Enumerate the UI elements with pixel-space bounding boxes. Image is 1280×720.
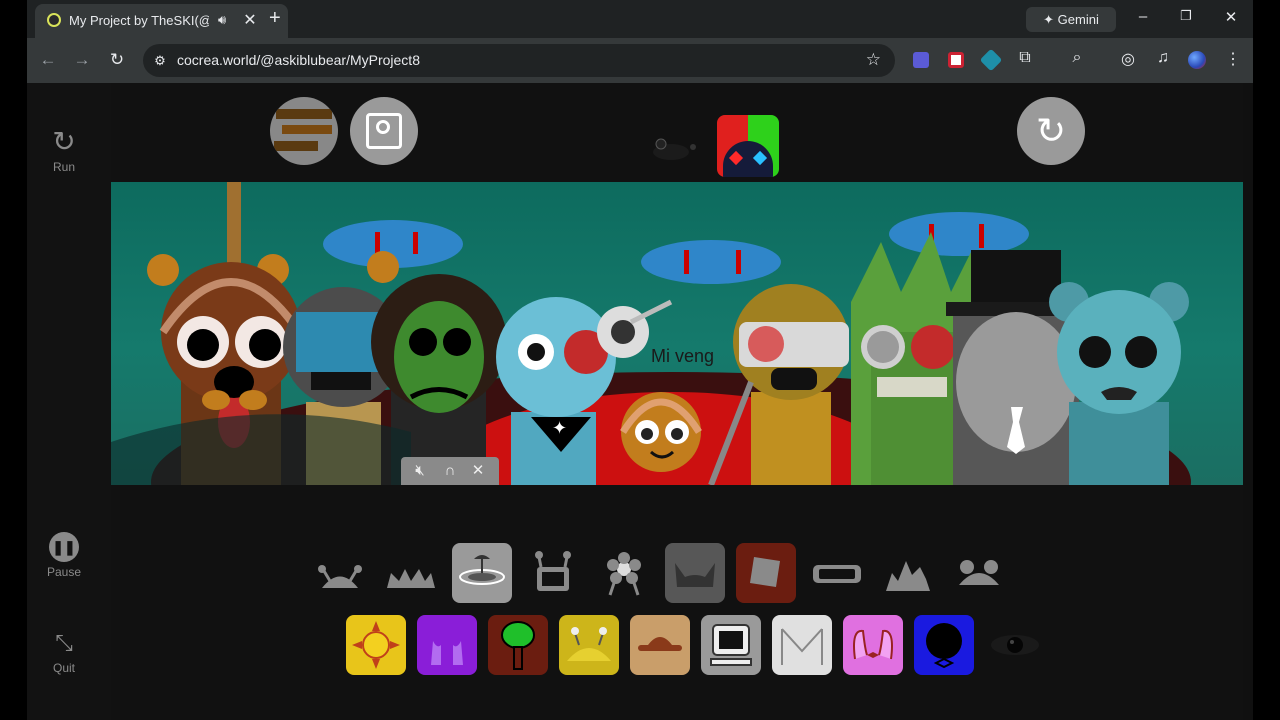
- cloud-3: [889, 212, 1029, 256]
- extensions-puzzle-icon[interactable]: ⧉: [1015, 49, 1035, 67]
- extension-diamond-icon[interactable]: [979, 48, 1003, 72]
- character-teal-bear: [1049, 282, 1189, 485]
- tab-title: My Project by TheSKI(@askiblubear): [69, 13, 209, 28]
- tree-icon[interactable]: [488, 615, 548, 675]
- tab-search-icon[interactable]: ⌕: [1067, 49, 1087, 67]
- plank-icon: [276, 109, 332, 119]
- quit-label: Quit: [52, 661, 75, 675]
- portrait-frame-icon: [366, 113, 402, 149]
- browser-window: My Project by TheSKI(@askiblubear) 🔊︎ ✕ …: [27, 0, 1253, 720]
- reset-icon: ↻: [1035, 110, 1067, 151]
- character-control-bar: 🔇︎ ∩ ✕: [401, 457, 499, 485]
- spiky-hair-icon[interactable]: [381, 543, 441, 603]
- reload-icon[interactable]: ↻: [107, 50, 127, 70]
- performance-scene: ✦ Mi veng: [111, 182, 1243, 485]
- bonus-creature-icon[interactable]: [649, 134, 699, 164]
- browser-tab[interactable]: My Project by TheSKI(@askiblubear) 🔊︎ ✕: [35, 4, 288, 38]
- character-small-orange: [620, 392, 702, 472]
- ufo-icon[interactable]: [452, 543, 512, 603]
- bear-ears-icon[interactable]: [949, 543, 1009, 603]
- plank-icon: [274, 141, 318, 151]
- address-bar[interactable]: ⚙ cocrea.world/@askiblubear/MyProject8 ☆: [143, 44, 895, 77]
- tab-bar: My Project by TheSKI(@askiblubear) 🔊︎ ✕ …: [27, 0, 1253, 38]
- bucket-hat-icon[interactable]: [736, 543, 796, 603]
- restore-icon[interactable]: ❐: [1174, 8, 1198, 24]
- characters-svg: ✦: [111, 182, 1191, 485]
- game-stage: ↻ ✦ Mi veng 🔇︎ ∩ ✕: [111, 83, 1253, 720]
- cat-ears-icon[interactable]: [665, 543, 725, 603]
- run-label: Run: [52, 160, 75, 174]
- run-button[interactable]: ↻ Run: [27, 126, 101, 175]
- extension-p-icon[interactable]: [913, 52, 929, 68]
- blue-bow-icon[interactable]: [914, 615, 974, 675]
- gemini-button[interactable]: ✦ Gemini: [1026, 7, 1116, 32]
- brown-hat-icon[interactable]: [630, 615, 690, 675]
- purple-horns-icon[interactable]: [417, 615, 477, 675]
- collapse-arrows-icon: ⤡: [55, 630, 73, 655]
- url-text: cocrea.world/@askiblubear/MyProject8: [177, 52, 420, 68]
- dark-eye-icon[interactable]: [985, 615, 1045, 675]
- reset-button[interactable]: ↻: [1017, 97, 1085, 165]
- normal-mode-button[interactable]: [350, 97, 418, 165]
- envelope-icon[interactable]: [772, 615, 832, 675]
- game-topbar: ↻: [111, 83, 1243, 182]
- cocrea-favicon-icon: [47, 13, 61, 27]
- plank-icon: [282, 125, 332, 134]
- close-tab-icon[interactable]: ✕: [240, 10, 260, 30]
- close-window-icon[interactable]: ✕: [1219, 8, 1243, 26]
- menu-kebab-icon[interactable]: ⋮: [1223, 49, 1243, 69]
- horror-mode-button[interactable]: [270, 97, 338, 165]
- quit-button[interactable]: ⤡ Quit: [27, 628, 101, 675]
- mute-icon[interactable]: 🔇︎: [409, 461, 431, 481]
- scene-overlay-text: Mi veng: [651, 346, 715, 366]
- performance-icon[interactable]: ◎: [1118, 49, 1138, 69]
- extension-shield-icon[interactable]: [948, 52, 964, 68]
- remove-x-icon[interactable]: ✕: [467, 461, 489, 481]
- computer-icon[interactable]: [701, 615, 761, 675]
- browser-toolbar: ← → ↻ ⚙ cocrea.world/@askiblubear/MyProj…: [27, 38, 1253, 83]
- speaker-icon[interactable]: 🔊︎: [218, 12, 226, 28]
- media-control-icon[interactable]: ♫: [1153, 49, 1173, 67]
- bookmark-star-icon[interactable]: ☆: [866, 50, 881, 70]
- new-tab-button[interactable]: +: [269, 7, 281, 30]
- minimize-icon[interactable]: –: [1131, 8, 1155, 25]
- antenna-dome-icon[interactable]: [310, 543, 370, 603]
- pause-label: Pause: [46, 565, 82, 579]
- forward-arrow-icon[interactable]: →: [72, 50, 92, 70]
- pause-button[interactable]: ❚❚ Pause: [27, 532, 101, 579]
- site-settings-icon[interactable]: ⚙: [151, 52, 169, 70]
- sound-icon-palette: [111, 485, 1243, 720]
- profile-avatar[interactable]: [1188, 51, 1206, 69]
- headphones-solo-icon[interactable]: ∩: [439, 461, 461, 481]
- cocrea-sidebar: ↻ Run ❚❚ Pause ⤡ Quit: [27, 83, 111, 720]
- tv-head-icon[interactable]: [523, 543, 583, 603]
- cloud-2: [641, 240, 781, 284]
- flower-icon[interactable]: [594, 543, 654, 603]
- yellow-antenna-icon[interactable]: [559, 615, 619, 675]
- restart-icon: ↻: [52, 126, 76, 157]
- bonus-face-button[interactable]: [717, 115, 779, 177]
- svg-text:✦: ✦: [552, 418, 567, 438]
- pause-icon: ❚❚: [49, 532, 79, 562]
- crown-spikes-icon[interactable]: [878, 543, 938, 603]
- pink-bow-icon[interactable]: [843, 615, 903, 675]
- visor-icon[interactable]: [807, 543, 867, 603]
- sun-icon[interactable]: [346, 615, 406, 675]
- back-arrow-icon[interactable]: ←: [38, 50, 58, 70]
